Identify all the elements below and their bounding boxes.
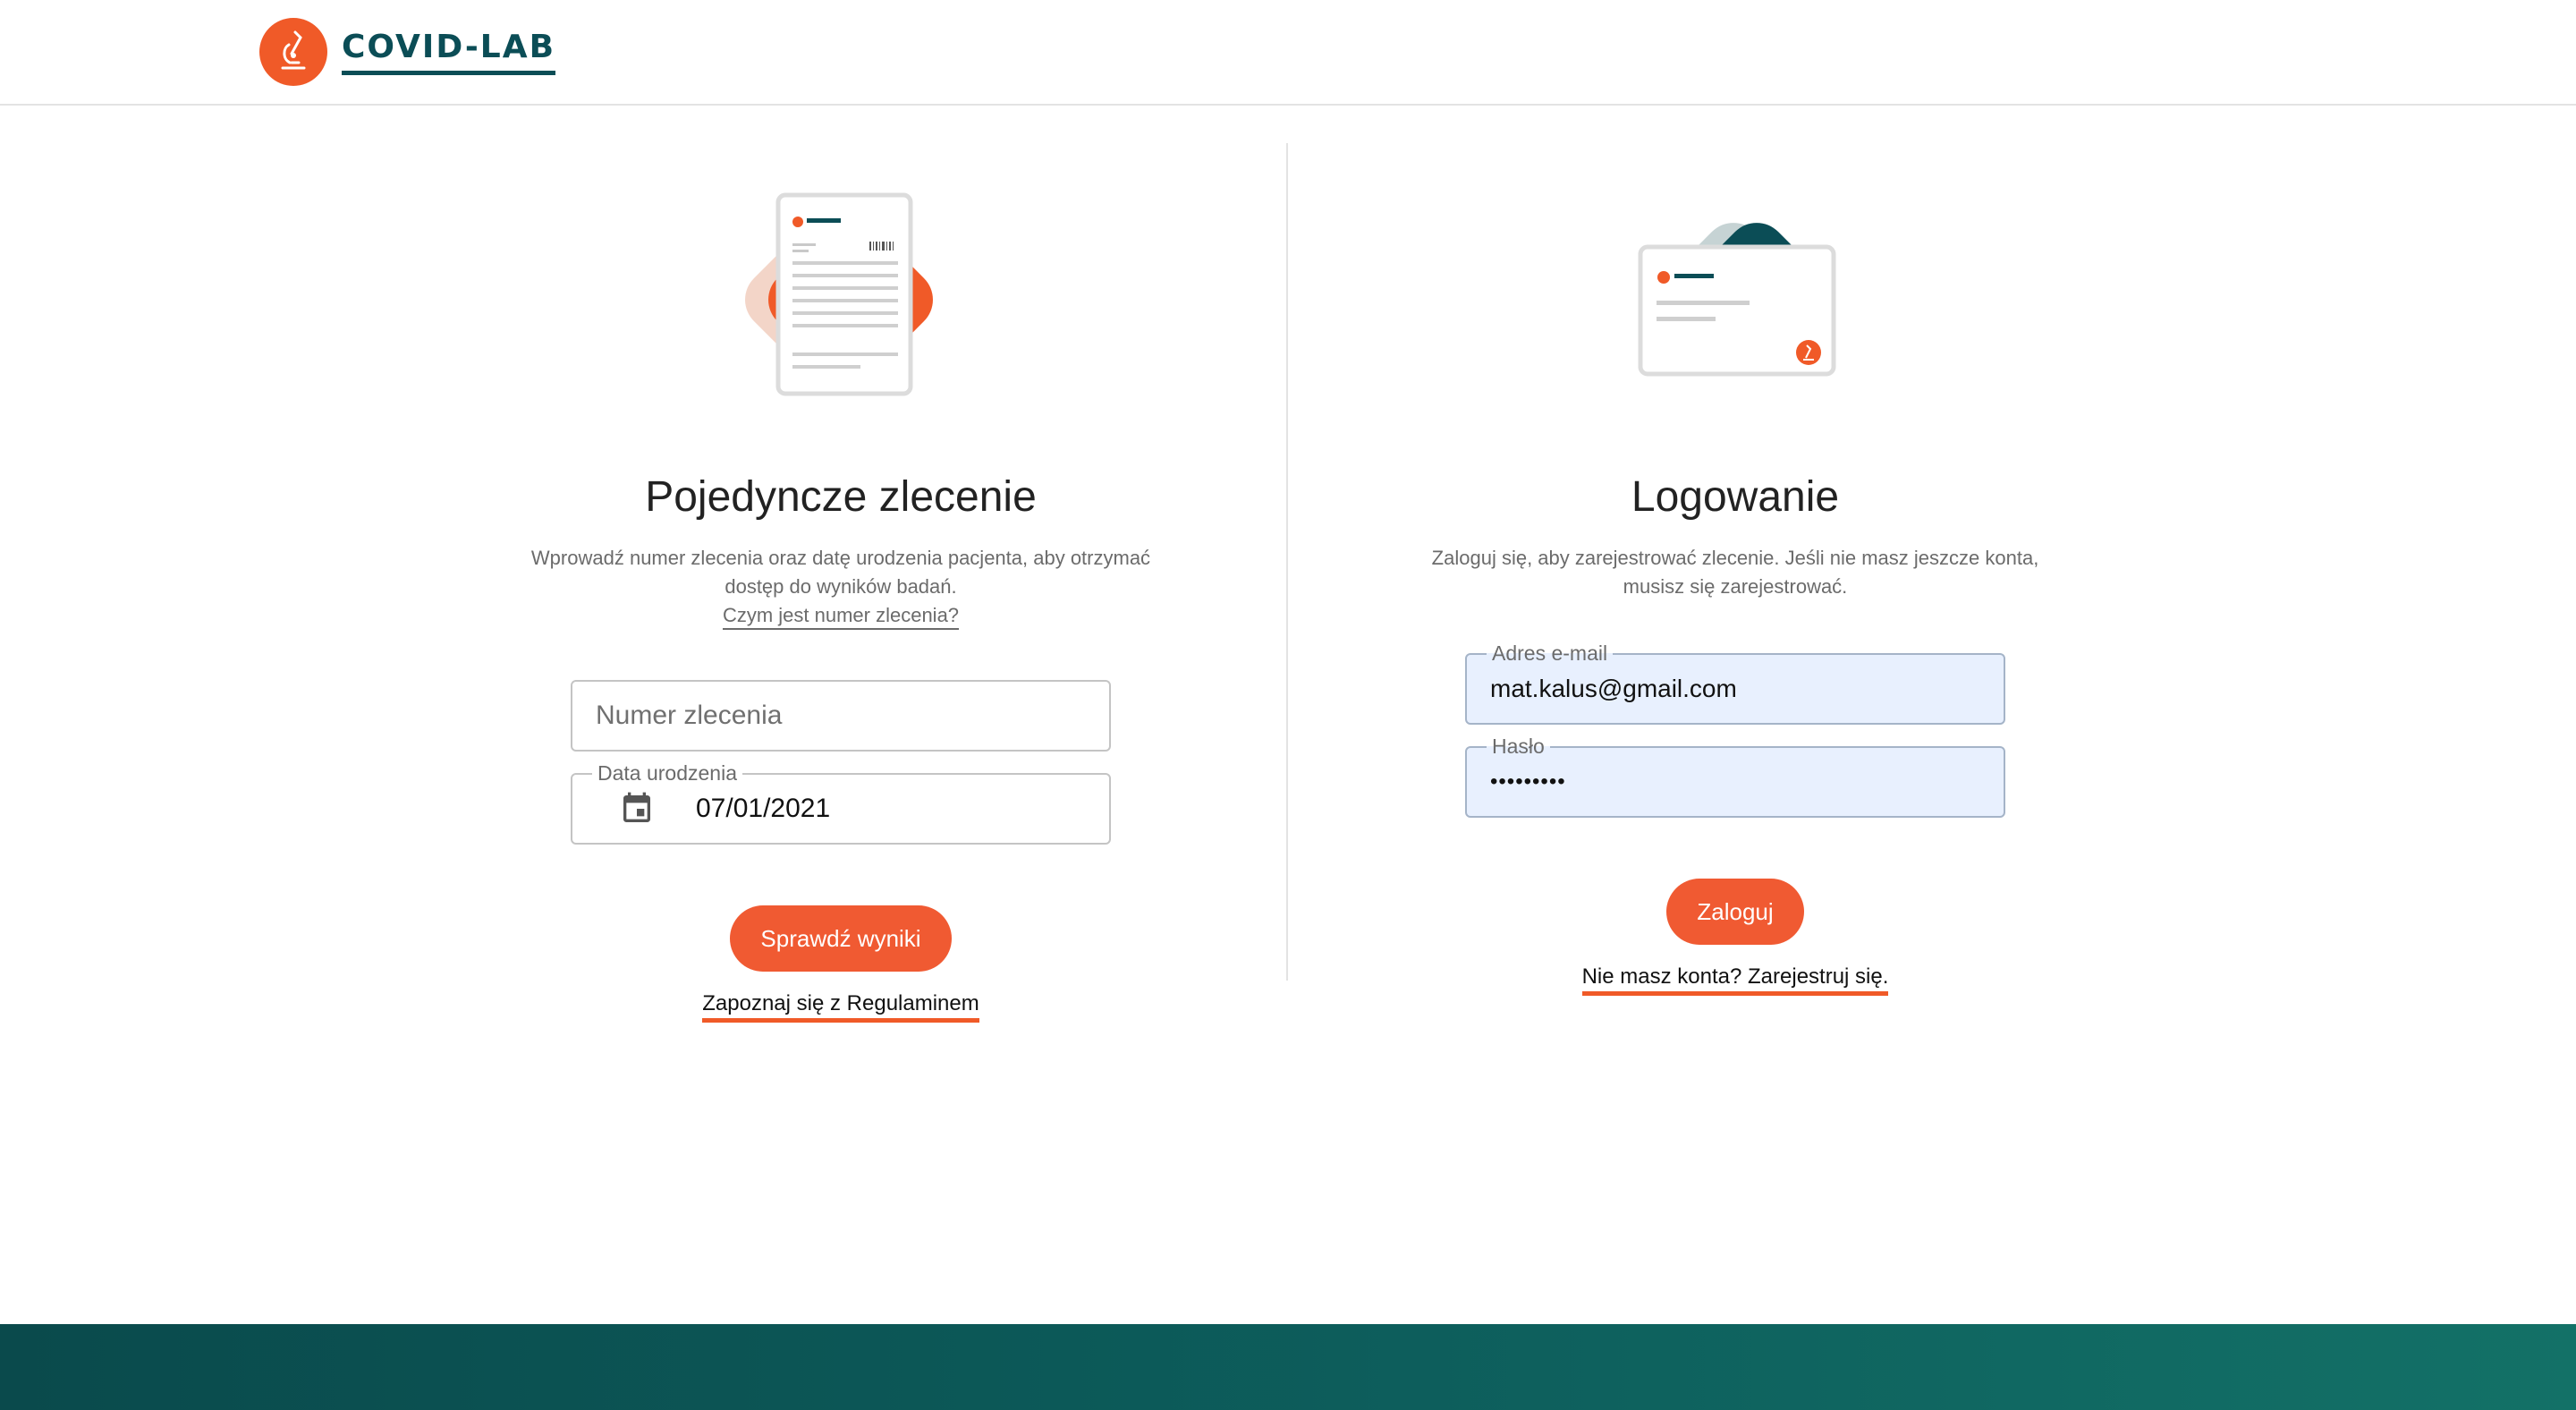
calendar-icon[interactable] (619, 791, 655, 827)
single-order-description: Wprowadź numer zlecenia oraz datę urodze… (530, 547, 1151, 598)
email-field[interactable]: Adres e-mail mat.kalus@gmail.com (1465, 641, 2005, 725)
document-illustration (707, 179, 975, 420)
order-number-field[interactable]: Numer zlecenia (571, 680, 1111, 752)
register-link[interactable]: Nie masz konta? Zarejestruj się. (1581, 964, 1889, 996)
footer-bar (0, 1324, 2576, 1410)
covid-lab-logo[interactable]: COVID-LAB (259, 18, 556, 86)
terms-link[interactable]: Zapoznaj się z Regulaminem (702, 991, 979, 1023)
check-results-button[interactable]: Sprawdź wyniki (730, 905, 952, 972)
microscope-icon (259, 18, 327, 86)
logo-wordmark: COVID-LAB (342, 29, 556, 75)
password-field[interactable]: Hasło ••••••••• (1465, 735, 2005, 818)
order-number-placeholder: Numer zlecenia (596, 701, 783, 730)
login-panel: Logowanie Zaloguj się, aby zarejestrować… (1333, 179, 2138, 996)
order-number-help-link[interactable]: Czym jest numer zlecenia? (722, 603, 960, 630)
panel-divider (1286, 143, 1288, 981)
login-description: Zaloguj się, aby zarejestrować zlecenie.… (1431, 547, 2039, 598)
birth-date-field[interactable]: Data urodzenia 07/01/2021 (571, 761, 1111, 845)
login-title: Logowanie (1631, 473, 1840, 521)
card-illustration (1601, 179, 1869, 420)
single-order-title: Pojedyncze zlecenie (645, 473, 1037, 521)
email-value: mat.kalus@gmail.com (1490, 675, 1737, 702)
password-value: ••••••••• (1490, 769, 1566, 794)
birth-date-value: 07/01/2021 (696, 794, 831, 823)
single-order-panel: Pojedyncze zlecenie Wprowadź numer zlece… (438, 179, 1243, 1023)
top-header: COVID-LAB (0, 0, 2576, 106)
login-button[interactable]: Zaloguj (1666, 879, 1804, 945)
